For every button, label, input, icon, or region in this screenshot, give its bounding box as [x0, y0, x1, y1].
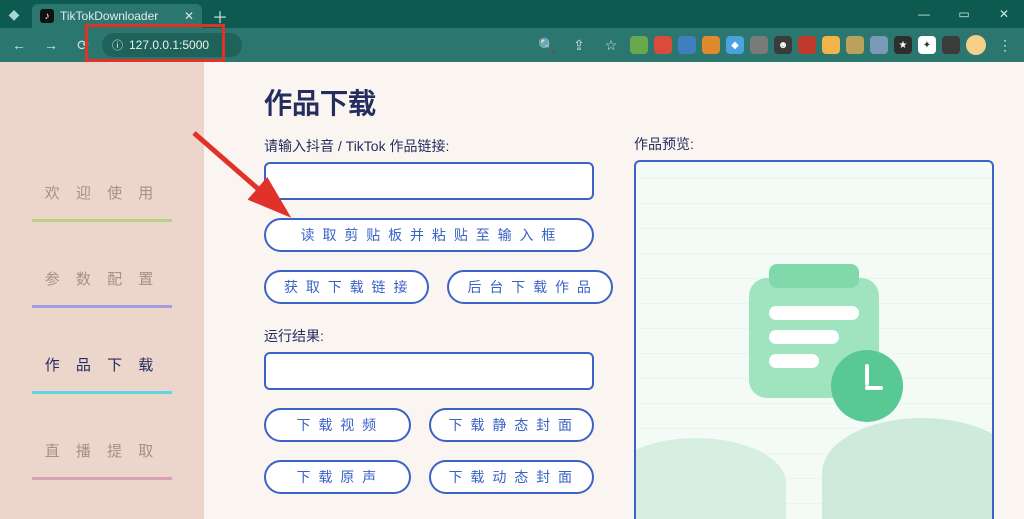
- result-output[interactable]: [264, 352, 594, 390]
- button-label: 下 载 静 态 封 面: [449, 415, 574, 435]
- background-download-button[interactable]: 后 台 下 载 作 品: [447, 270, 612, 304]
- preview-label: 作品预览:: [634, 134, 994, 154]
- page: 欢 迎 使 用 参 数 配 置 作 品 下 载 直 播 提 取 作品下载 请输入…: [0, 62, 1024, 519]
- extension-icon[interactable]: [822, 36, 840, 54]
- window-minimize-icon[interactable]: —: [904, 0, 944, 28]
- link-input-label: 请输入抖音 / TikTok 作品链接:: [264, 136, 594, 156]
- tab-favicon-icon: ♪: [40, 9, 54, 23]
- extension-icon[interactable]: [630, 36, 648, 54]
- preview-panel: [634, 160, 994, 519]
- nav-reload-icon[interactable]: ⟳: [70, 32, 96, 58]
- button-label: 后 台 下 载 作 品: [467, 277, 592, 297]
- extension-icon[interactable]: [678, 36, 696, 54]
- tab-title: TikTokDownloader: [60, 9, 158, 23]
- extension-icon[interactable]: [654, 36, 672, 54]
- button-label: 下 载 视 频: [296, 415, 378, 435]
- sidebar-item-live[interactable]: 直 播 提 取: [32, 440, 172, 480]
- url-text: 127.0.0.1:5000: [129, 38, 209, 52]
- browser-tab[interactable]: ♪ TikTokDownloader ✕: [32, 4, 202, 28]
- nav-back-icon[interactable]: ←: [6, 32, 32, 58]
- sidebar-item-label: 参 数 配 置: [45, 271, 160, 288]
- toolbar-actions: 🔍 ⇪ ☆ ◆ ☻ ★ ✦ ⋮: [534, 32, 1018, 58]
- extension-icon[interactable]: [942, 36, 960, 54]
- download-audio-button[interactable]: 下 载 原 声: [264, 460, 411, 494]
- paste-clipboard-button[interactable]: 读 取 剪 贴 板 并 粘 贴 至 输 入 框: [264, 218, 594, 252]
- sidebar-item-label: 欢 迎 使 用: [45, 185, 160, 202]
- browser-menu-icon[interactable]: ⋮: [992, 32, 1018, 58]
- bookmark-icon[interactable]: ☆: [598, 32, 624, 58]
- browser-titlebar: ◆ ♪ TikTokDownloader ✕ ＋ — ▭ ✕: [0, 0, 1024, 28]
- download-dynamic-cover-button[interactable]: 下 载 动 态 封 面: [429, 460, 594, 494]
- result-label: 运行结果:: [264, 326, 594, 346]
- sidebar-item-download[interactable]: 作 品 下 载: [32, 354, 172, 394]
- sidebar-underline: [32, 477, 172, 480]
- browser-toolbar: ← → ⟳ ⓘ 127.0.0.1:5000 🔍 ⇪ ☆ ◆ ☻ ★ ✦ ⋮: [0, 28, 1024, 62]
- extension-icon[interactable]: ☻: [774, 36, 792, 54]
- new-tab-button[interactable]: ＋: [202, 4, 238, 28]
- extension-icon[interactable]: [846, 36, 864, 54]
- window-controls: — ▭ ✕: [904, 0, 1024, 28]
- sidebar-underline: [32, 391, 172, 394]
- extensions-puzzle-icon[interactable]: ✦: [918, 36, 936, 54]
- preview-illustration-hills: [636, 458, 992, 519]
- extension-icon[interactable]: [750, 36, 768, 54]
- extension-icon[interactable]: ◆: [726, 36, 744, 54]
- tab-close-icon[interactable]: ✕: [184, 9, 194, 23]
- sidebar-underline: [32, 305, 172, 308]
- sidebar-item-config[interactable]: 参 数 配 置: [32, 268, 172, 308]
- extension-icon[interactable]: [870, 36, 888, 54]
- window-close-icon[interactable]: ✕: [984, 0, 1024, 28]
- download-video-button[interactable]: 下 载 视 频: [264, 408, 411, 442]
- clock-icon: [831, 350, 903, 422]
- button-label: 下 载 原 声: [296, 467, 378, 487]
- extension-icon[interactable]: ★: [894, 36, 912, 54]
- button-label: 下 载 动 态 封 面: [449, 467, 574, 487]
- sidebar: 欢 迎 使 用 参 数 配 置 作 品 下 载 直 播 提 取: [0, 62, 204, 519]
- main-content: 作品下载 请输入抖音 / TikTok 作品链接: 读 取 剪 贴 板 并 粘 …: [204, 62, 1024, 519]
- sidebar-item-label: 直 播 提 取: [45, 443, 160, 460]
- nav-forward-icon[interactable]: →: [38, 32, 64, 58]
- download-static-cover-button[interactable]: 下 载 静 态 封 面: [429, 408, 594, 442]
- link-input[interactable]: [264, 162, 594, 200]
- button-label: 获 取 下 载 链 接: [284, 277, 409, 297]
- extension-icon[interactable]: [702, 36, 720, 54]
- page-title: 作品下载: [264, 82, 594, 122]
- user-avatar[interactable]: [966, 35, 986, 55]
- sidebar-item-welcome[interactable]: 欢 迎 使 用: [32, 182, 172, 222]
- share-icon[interactable]: ⇪: [566, 32, 592, 58]
- window-maximize-icon[interactable]: ▭: [944, 0, 984, 28]
- profile-indicator-icon: ◆: [0, 0, 28, 28]
- sidebar-item-label: 作 品 下 载: [45, 357, 160, 374]
- extension-icon[interactable]: [798, 36, 816, 54]
- site-info-icon[interactable]: ⓘ: [112, 37, 123, 53]
- preview-illustration-calendar-icon: [749, 278, 879, 398]
- sidebar-underline: [32, 219, 172, 222]
- url-bar[interactable]: ⓘ 127.0.0.1:5000: [102, 33, 242, 57]
- get-download-link-button[interactable]: 获 取 下 载 链 接: [264, 270, 429, 304]
- search-icon[interactable]: 🔍: [534, 32, 560, 58]
- button-label: 读 取 剪 贴 板 并 粘 贴 至 输 入 框: [301, 225, 558, 245]
